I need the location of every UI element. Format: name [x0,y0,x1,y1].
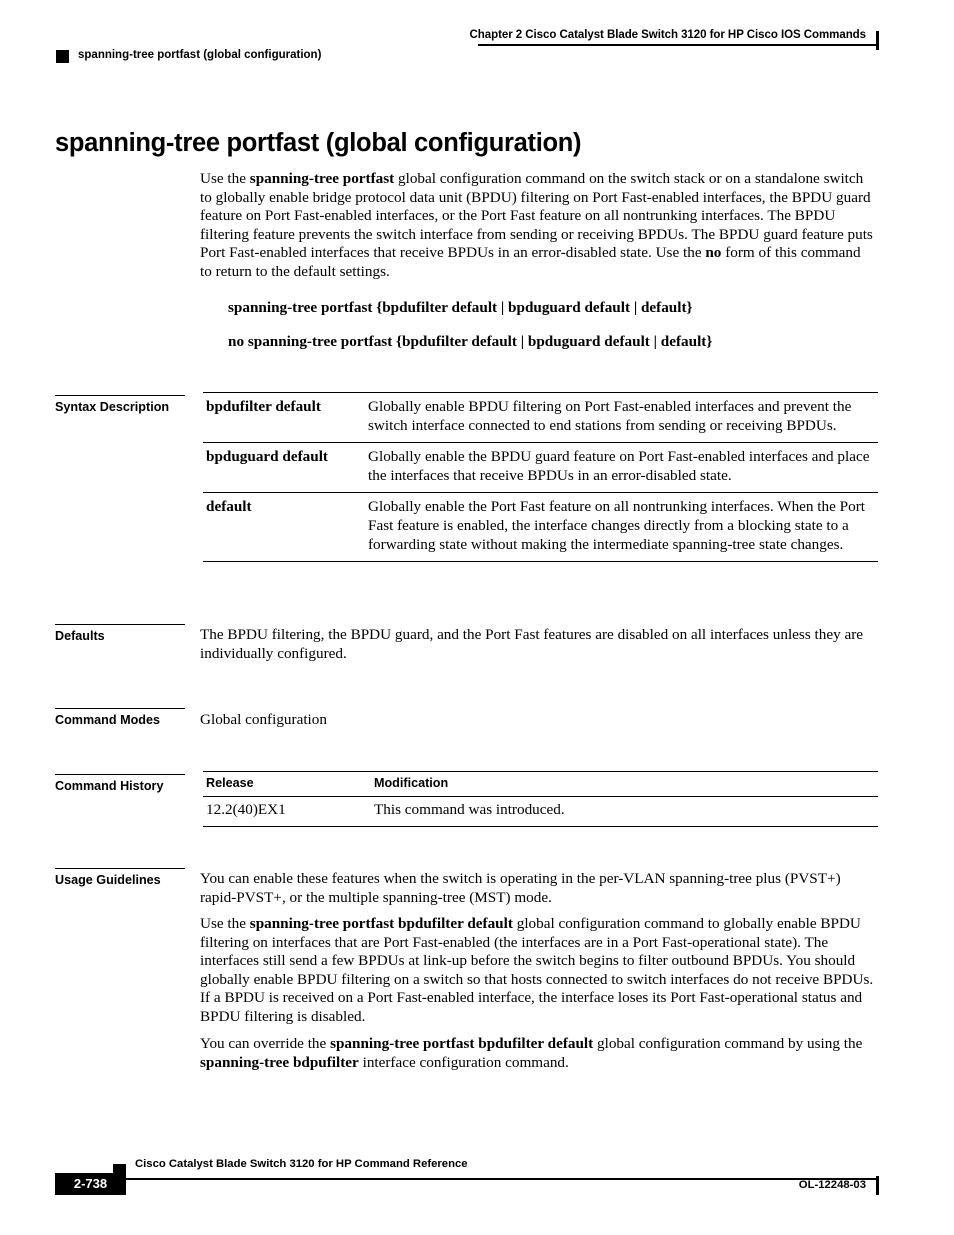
header-divider-rule [478,44,878,46]
table-row: 12.2(40)EX1 This command was introduced. [203,797,878,827]
intro-block: Use the spanning-tree portfast global co… [200,170,876,282]
ug-p3-part-a: You can override the [200,1035,331,1052]
syntax-description: Globally enable BPDU filtering on Port F… [368,398,852,434]
usage-guidelines-paragraph-1: You can enable these features when the s… [200,870,841,906]
syntax-line-positive: spanning-tree portfast {bpdufilter defau… [228,299,693,316]
defaults-block: The BPDU filtering, the BPDU guard, and … [200,626,876,663]
footer-edge-tick [876,1176,879,1195]
usage-guidelines-p3-block: You can override the spanning-tree portf… [200,1035,876,1072]
ug-p3-command-global: spanning-tree portfast bpdufilter defaul… [330,1035,594,1052]
footer-divider-rule [76,1178,878,1180]
usage-guidelines-p2-block: Use the spanning-tree portfast bpdufilte… [200,915,876,1027]
intro-paragraph: Use the spanning-tree portfast global co… [200,170,873,280]
syntax-line-negative: no spanning-tree portfast {bpdufilter de… [228,333,713,350]
defaults-text: The BPDU filtering, the BPDU guard, and … [200,626,864,662]
header-edge-tick [876,31,879,50]
command-history-table: Release Modification 12.2(40)EX1 This co… [203,771,878,827]
syntax-term: default [206,498,252,516]
usage-guidelines-paragraph-2: Use the spanning-tree portfast bpdufilte… [200,915,876,1027]
release-value: 12.2(40)EX1 [206,801,286,818]
section-label-syntax-description: Syntax Description [55,395,185,414]
header-running-head: spanning-tree portfast (global configura… [78,49,322,61]
usage-guidelines-p1-block: You can enable these features when the s… [200,870,876,907]
page-title: spanning-tree portfast (global configura… [55,129,582,158]
footer-document-title: Cisco Catalyst Blade Switch 3120 for HP … [135,1158,468,1170]
section-label-command-history: Command History [55,774,185,793]
syntax-term: bpdufilter default [206,398,321,415]
section-label-command-modes: Command Modes [55,708,185,727]
command-modes-block: Global configuration [200,711,876,730]
table-row: bpdufilter default Globally enable BPDU … [203,392,878,442]
usage-guidelines-paragraph-3: You can override the spanning-tree portf… [200,1035,876,1072]
table-row: bpduguard default Globally enable the BP… [203,442,878,492]
column-header-modification: Modification [374,776,449,790]
section-label-usage-guidelines: Usage Guidelines [55,868,185,887]
syntax-description: Globally enable the Port Fast feature on… [368,498,865,553]
ug-p3-part-e: interface configuration command. [358,1053,569,1071]
document-page: Chapter 2 Cisco Catalyst Blade Switch 31… [0,0,954,1235]
command-modes-text: Global configuration [200,711,327,728]
page-header: Chapter 2 Cisco Catalyst Blade Switch 31… [0,0,954,78]
header-chapter-title: Chapter 2 Cisco Catalyst Blade Switch 31… [469,29,867,41]
ug-p3-command-interface: spanning-tree bdpufilter [200,1053,359,1071]
syntax-description: Globally enable the BPDU guard feature o… [368,448,870,484]
page-footer: Cisco Catalyst Blade Switch 3120 for HP … [0,1150,954,1235]
ug-p2-command: spanning-tree portfast bpdufilter defaul… [249,915,513,932]
table-header-row: Release Modification [203,771,878,797]
footer-page-number: 2-738 [73,1176,108,1191]
header-square-marker-icon [56,50,69,63]
footer-document-number: OL-12248-03 [798,1179,866,1191]
section-label-defaults: Defaults [55,624,185,643]
table-row: default Globally enable the Port Fast fe… [203,492,878,563]
ug-p3-part-c: global configuration command by using th… [593,1035,863,1052]
syntax-term: bpduguard default [206,448,328,466]
syntax-description-table: bpdufilter default Globally enable BPDU … [203,392,878,563]
column-header-release: Release [206,776,254,790]
ug-p2-part-a: Use the [200,915,250,932]
modification-value: This command was introduced. [374,801,565,818]
